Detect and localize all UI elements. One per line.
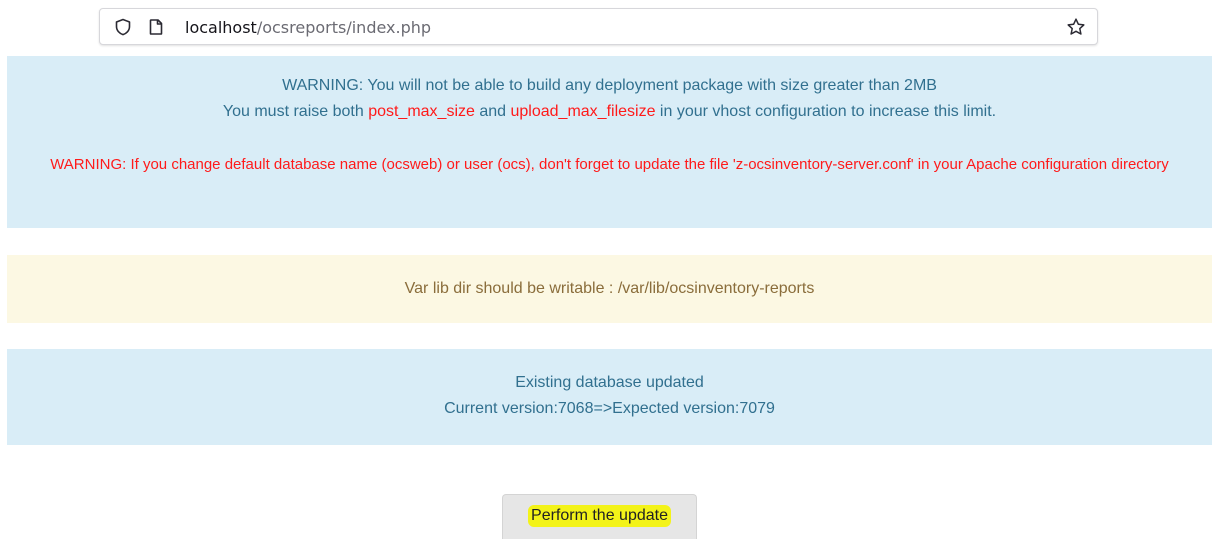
var-lib-writable-warning: Var lib dir should be writable : /var/li… — [7, 255, 1212, 323]
var-lib-warning-text: Var lib dir should be writable : /var/li… — [404, 280, 815, 297]
page-icon[interactable] — [146, 17, 166, 37]
deployment-size-warning: WARNING: You will not be able to build a… — [7, 56, 1212, 228]
database-updated-line: Existing database updated — [515, 374, 704, 391]
browser-toolbar: localhost/ocsreports/index.php — [0, 0, 1212, 56]
star-icon[interactable] — [1066, 17, 1086, 37]
config-instruction-middle: and — [474, 103, 511, 120]
post-max-size-param: post_max_size — [368, 103, 475, 120]
deployment-warning-line: WARNING: You will not be able to build a… — [282, 77, 937, 94]
url-text[interactable]: localhost/ocsreports/index.php — [185, 18, 431, 38]
url-host: localhost — [185, 18, 257, 37]
database-name-warning: WARNING: If you change default database … — [50, 156, 1169, 173]
config-instruction-suffix: in your vhost configuration to increase … — [655, 103, 997, 120]
config-instruction-prefix: You must raise both — [222, 103, 369, 120]
shield-icon[interactable] — [113, 17, 133, 37]
database-update-info: Existing database updated Current versio… — [7, 349, 1212, 445]
version-line: Current version:7068=>Expected version:7… — [444, 400, 775, 417]
perform-update-button[interactable]: Perform the update — [502, 494, 697, 539]
upload-max-filesize-param: upload_max_filesize — [510, 103, 656, 120]
address-bar[interactable]: localhost/ocsreports/index.php — [99, 8, 1098, 45]
config-instruction-line: You must raise both post_max_size and up… — [7, 99, 1212, 125]
perform-update-label: Perform the update — [528, 505, 671, 527]
url-path: /ocsreports/index.php — [256, 18, 432, 37]
